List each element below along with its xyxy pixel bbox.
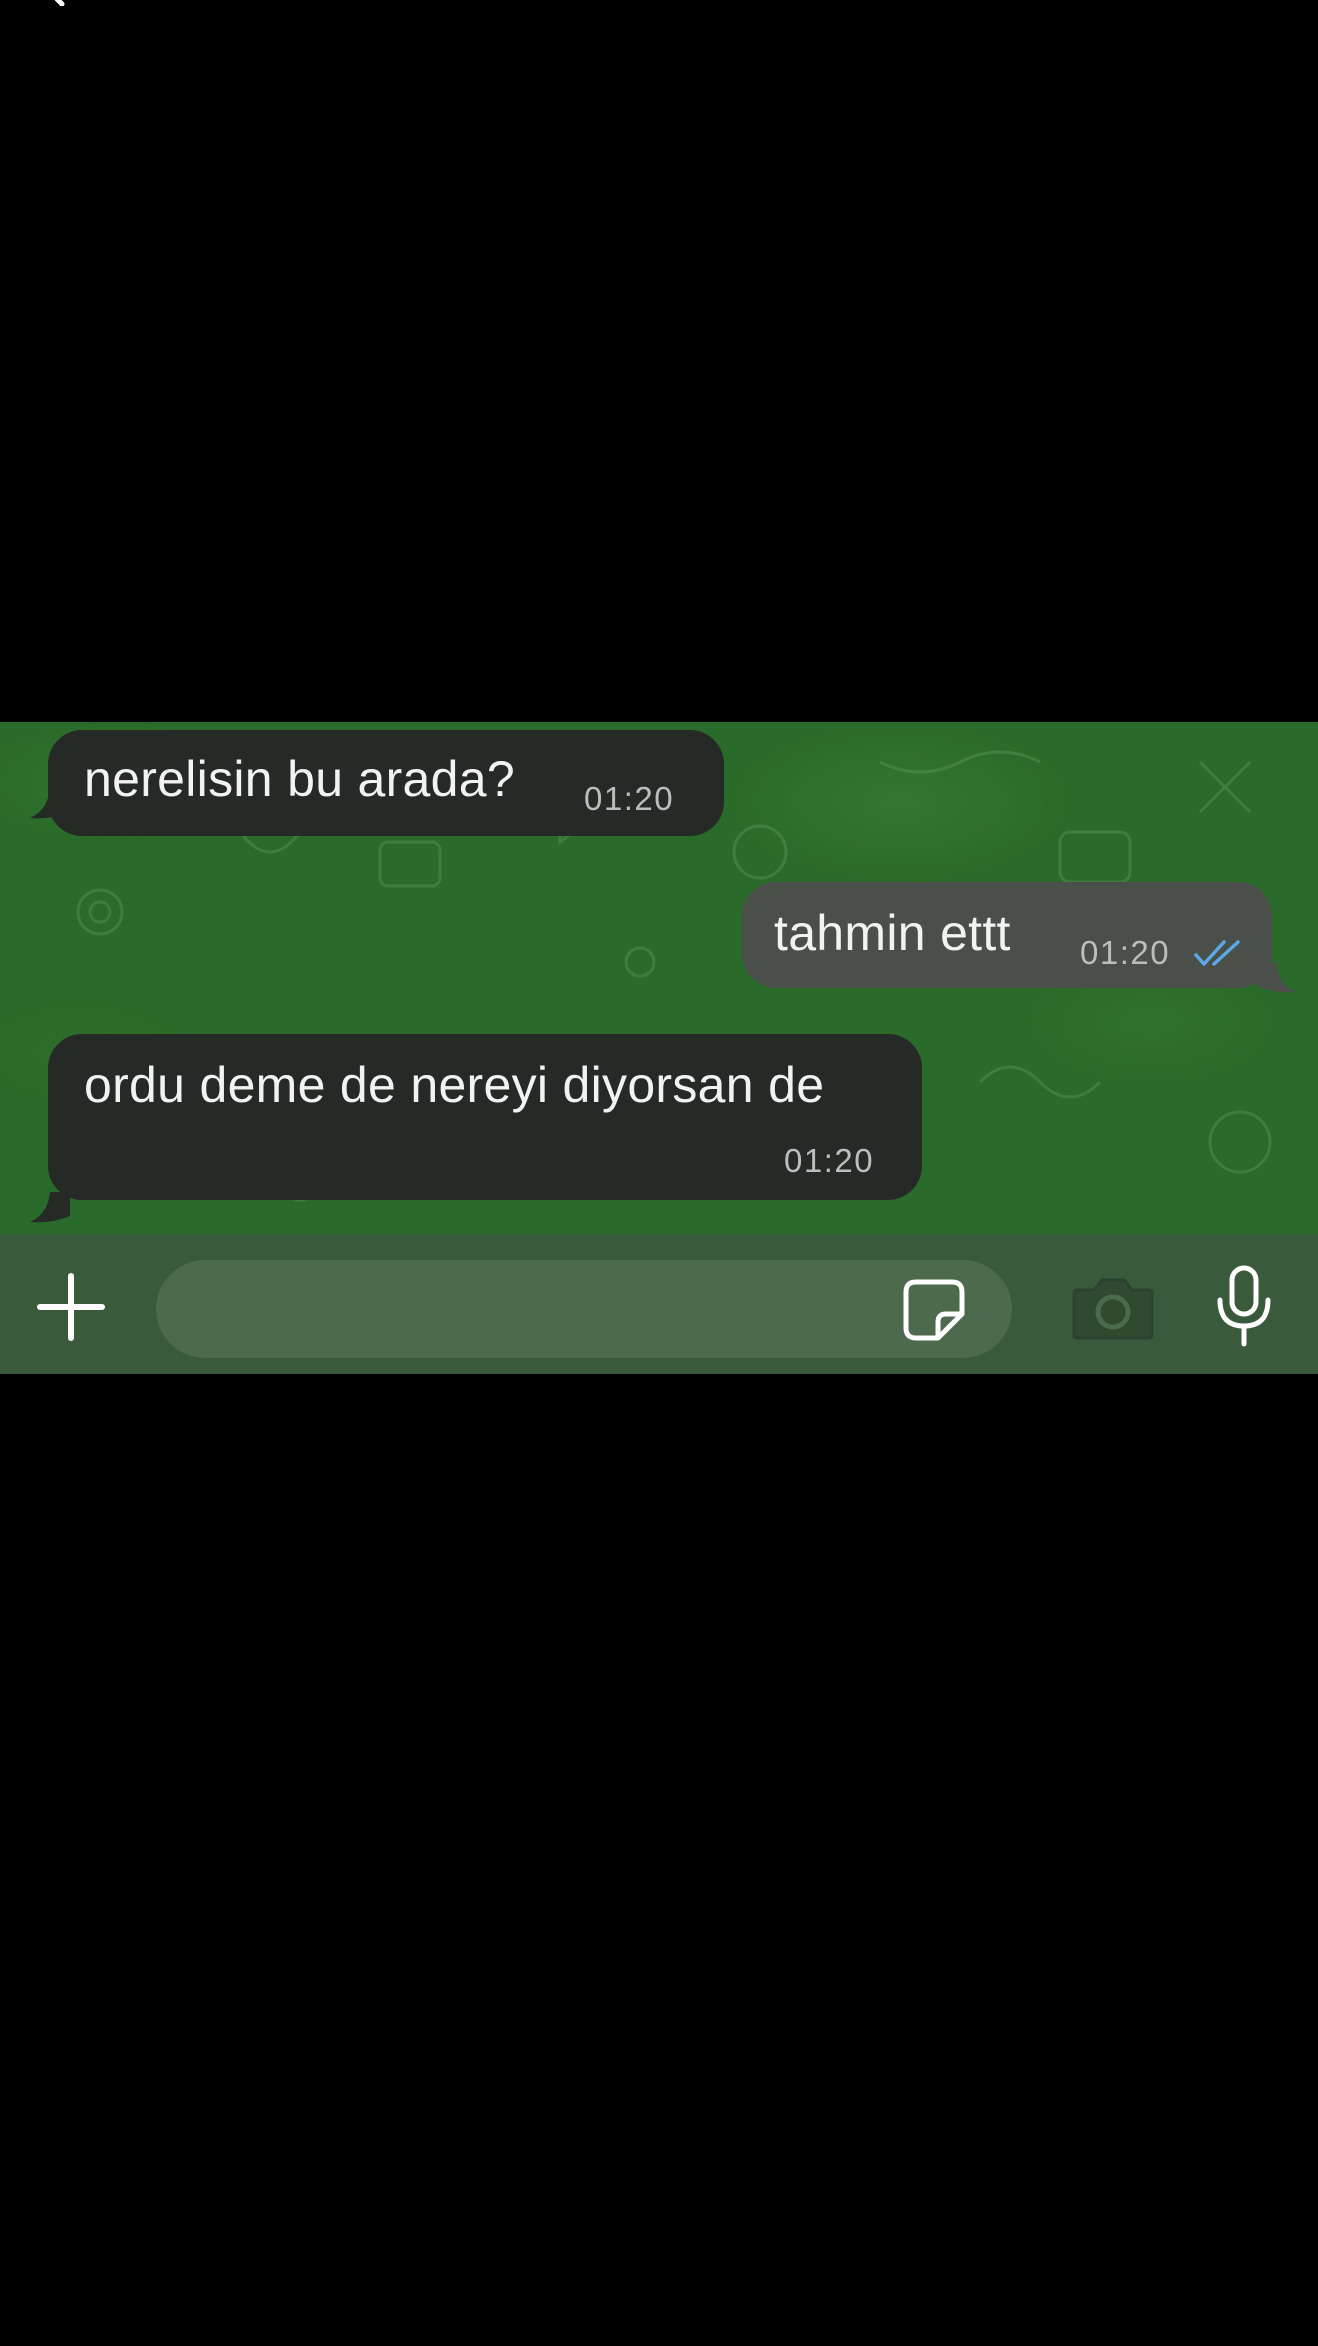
back-chevron-icon[interactable] — [40, 0, 74, 6]
camera-icon[interactable] — [1072, 1274, 1154, 1340]
message-timestamp: 01:20 — [584, 780, 675, 817]
message-text: nerelisin bu arada? — [84, 751, 515, 807]
chat-conversation-area: nerelisin bu arada? 01:20 tahmin ettt 01… — [0, 722, 1318, 1234]
message-bubble-incoming[interactable]: nerelisin bu arada? 01:20 — [48, 730, 724, 836]
message-bubble-outgoing[interactable]: tahmin ettt 01:20 — [742, 882, 1272, 988]
message-text: tahmin ettt — [774, 905, 1011, 961]
message-timestamp: 01:20 — [784, 1142, 875, 1179]
message-bubble-incoming[interactable]: ordu deme de nereyi diyorsan de 01:20 — [48, 1034, 922, 1200]
microphone-icon[interactable] — [1214, 1264, 1274, 1348]
sticker-icon[interactable] — [902, 1278, 966, 1342]
message-timestamp: 01:20 — [1080, 934, 1171, 971]
message-input-field[interactable] — [156, 1260, 1012, 1358]
message-input-bar — [0, 1234, 1318, 1374]
plus-icon[interactable] — [36, 1272, 106, 1342]
message-text: ordu deme de nereyi diyorsan de — [84, 1057, 825, 1113]
double-check-icon — [1194, 940, 1240, 966]
incoming-bubble-tail — [30, 1192, 70, 1223]
